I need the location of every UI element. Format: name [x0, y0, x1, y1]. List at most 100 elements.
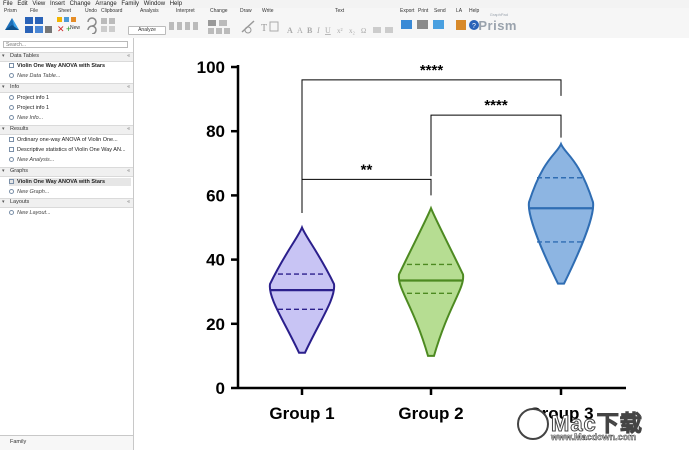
section-graphs[interactable]: ▾ Graphs « — [0, 167, 133, 177]
menu-window[interactable]: Window — [144, 1, 165, 7]
ribbon-group-help: Help — [469, 8, 480, 14]
x-tick-label: Group 2 — [398, 404, 463, 423]
section-label: Layouts — [10, 199, 30, 205]
menu-file[interactable]: File — [3, 1, 13, 7]
nav-item-new-layout[interactable]: New Layout... — [9, 209, 131, 217]
watermark-url: www.Macdown.com — [551, 432, 637, 443]
menu-family[interactable]: Family — [121, 1, 139, 7]
violin-chart: 020406080100Group 1 Group 2 Group 3*******… — [197, 58, 626, 423]
nav-item-label: Violin One Way ANOVA with Stars — [17, 179, 106, 185]
chevron-down-icon: ▾ — [2, 53, 5, 59]
nav-item-label: Project info 1 — [17, 105, 50, 111]
nav-item-data-table[interactable]: Violin One Way ANOVA with Stars — [9, 62, 131, 70]
ribbon-group-la: LA — [456, 8, 463, 14]
section-layouts[interactable]: ▾ Layouts « — [0, 198, 133, 208]
nav-item-anova-result[interactable]: Ordinary one-way ANOVA of Violin One... — [9, 136, 131, 144]
section-info[interactable]: ▾ Info « — [0, 83, 133, 93]
svg-text:✕: ✕ — [57, 24, 65, 34]
svg-text:?: ? — [472, 23, 476, 30]
chevron-down-icon: ▾ — [2, 126, 5, 132]
menu-view[interactable]: View — [32, 1, 45, 7]
y-tick-label: 0 — [216, 379, 225, 398]
ribbon-group-send: Send — [434, 8, 446, 14]
export-print-send-icons[interactable] — [399, 17, 455, 37]
info-icon — [9, 105, 14, 111]
svg-text:x²: x² — [337, 27, 343, 35]
significance-label: **** — [484, 97, 508, 114]
section-data-tables[interactable]: ▾ Data Tables « — [0, 52, 133, 62]
menu-arrange[interactable]: Arrange — [95, 1, 116, 7]
nav-item-new-data-table[interactable]: New Data Table... — [9, 72, 131, 80]
write-icons[interactable]: T — [260, 18, 280, 36]
info-icon — [9, 95, 14, 101]
menu-change[interactable]: Change — [70, 1, 91, 7]
section-label: Graphs — [10, 168, 29, 174]
nav-item-new-graph[interactable]: New Graph... — [9, 188, 131, 196]
undo-icon[interactable] — [86, 16, 100, 34]
section-label: Info — [10, 84, 20, 90]
ribbon-group-undo: Undo — [85, 8, 97, 14]
watermark: Mac下载 www.Macdown.com — [511, 404, 681, 444]
graph-canvas: 0 20 40 60 80 100 Group 1 Group 2 Group 3 ** **** *… — [134, 38, 689, 450]
family-panel[interactable]: Family — [0, 435, 133, 450]
nav-item-label: New Graph... — [17, 189, 50, 195]
file-group-icons[interactable] — [24, 16, 54, 34]
ribbon-group-analysis: Analysis — [140, 8, 159, 14]
section-results[interactable]: ▾ Results « — [0, 125, 133, 135]
collapse-icon[interactable]: « — [127, 199, 130, 206]
menu-edit[interactable]: Edit — [17, 1, 27, 7]
analyze-button[interactable]: Analyze — [128, 26, 166, 35]
ribbon-group-sheet: Sheet — [58, 8, 72, 14]
menu-help[interactable]: Help — [170, 1, 182, 7]
interpret-icons[interactable] — [168, 20, 202, 34]
ribbon-group-prism: Prism — [4, 8, 17, 14]
menu-bar: File Edit View Insert Change Arrange Fam… — [0, 0, 689, 8]
nav-item-project-info[interactable]: Project info 1 — [9, 104, 131, 112]
macdown-logo-icon — [517, 408, 549, 440]
svg-text:I: I — [316, 26, 320, 35]
results-icon — [9, 137, 14, 143]
draw-icons[interactable] — [240, 18, 258, 36]
clipboard-icons[interactable] — [100, 16, 124, 34]
y-tick-label: 20 — [206, 315, 225, 334]
ribbon-group-clipboard: Clipboard — [101, 8, 123, 14]
y-tick-label: 60 — [206, 186, 225, 205]
nav-item-project-info[interactable]: Project info 1 — [9, 94, 131, 102]
collapse-icon[interactable]: « — [127, 53, 130, 60]
nav-item-new-info[interactable]: New Info... — [9, 114, 131, 122]
nav-item-graph-selected[interactable]: Violin One Way ANOVA with Stars — [9, 178, 131, 186]
collapse-icon[interactable]: « — [127, 84, 130, 91]
collapse-icon[interactable]: « — [127, 126, 130, 133]
text-format-icons[interactable]: A A B I U x² x₂ Ω — [285, 24, 397, 36]
nav-item-new-analysis[interactable]: New Analysis... — [9, 156, 131, 164]
ribbon-group-text: Text — [335, 8, 345, 14]
ribbon-group-interpret: Interpret — [176, 8, 195, 14]
svg-text:Ω: Ω — [361, 27, 366, 35]
menu-insert[interactable]: Insert — [50, 1, 65, 7]
collapse-icon[interactable]: « — [127, 168, 130, 175]
significance-bracket — [430, 114, 562, 177]
x-tick-label: Group 1 — [269, 404, 334, 423]
section-label: Results — [10, 126, 29, 132]
ribbon-group-draw: Draw — [240, 8, 252, 14]
svg-text:A: A — [297, 26, 303, 35]
ribbon-group-export: Export — [400, 8, 415, 14]
new-button[interactable]: New — [70, 25, 80, 32]
nav-item-label: Ordinary one-way ANOVA of Violin One... — [17, 137, 118, 143]
chevron-down-icon: ▾ — [2, 84, 5, 90]
analyze-label: Analyze — [138, 27, 156, 33]
nav-item-label: New Layout... — [17, 210, 51, 216]
significance-label: **** — [420, 62, 444, 79]
y-tick-label: 100 — [197, 58, 225, 77]
add-icon — [9, 210, 14, 216]
add-icon — [9, 189, 14, 195]
add-icon — [9, 115, 14, 121]
graph-icon — [9, 179, 14, 185]
search-input[interactable]: Search... — [3, 41, 128, 48]
change-icons[interactable] — [207, 18, 237, 36]
nav-item-descriptive-stats[interactable]: Descriptive statistics of Violin One Way… — [9, 146, 131, 154]
svg-text:T: T — [261, 23, 267, 34]
add-icon — [9, 73, 14, 79]
ribbon-group-change: Change — [210, 8, 228, 14]
prism-home-icon[interactable] — [3, 15, 21, 33]
